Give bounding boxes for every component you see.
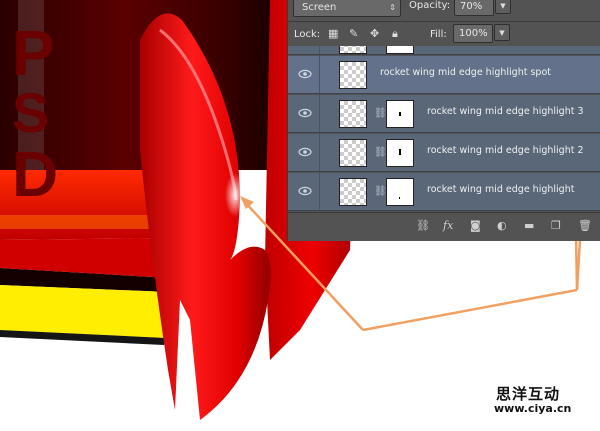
layer-name[interactable]: rocket wing mid edge highlight 3 [427,106,584,117]
layer-mask-thumbnail[interactable] [386,100,414,128]
layer-name[interactable]: rocket wing mid edge highlight spot [380,67,551,78]
layer-mask-thumbnail[interactable] [386,139,414,167]
lock-image-icon[interactable]: ✎ [349,28,360,39]
folder-icon[interactable]: ▬ [524,220,534,232]
fill-dropdown-button[interactable]: ▼ [494,24,510,41]
layer-thumbnail [339,100,367,128]
watermark-title: 思洋互动 [496,385,561,403]
highlight-spot [225,173,245,217]
layer-thumbnail [339,178,367,206]
adjustment-icon[interactable]: ◐ [497,220,507,232]
yellow-band [0,285,168,338]
eye-icon[interactable] [298,186,312,196]
divider [288,21,600,22]
blend-mode-select[interactable]: Screen ⇕ [293,0,401,17]
new-layer-icon[interactable]: ❐ [551,220,561,232]
layer-mask-thumbnail [386,46,414,54]
eye-icon[interactable] [298,69,312,79]
layer-thumbnail [339,46,367,54]
watermark-url: www.ciya.cn [494,402,572,415]
opacity-dropdown-button[interactable]: ▼ [495,0,511,14]
lock-transparent-icon[interactable]: ▦ [328,28,339,39]
layer-thumbnail [339,61,367,89]
fill-value: 100% [459,28,488,39]
opacity-input[interactable]: 70% [454,0,494,16]
layer-row-highlight[interactable]: ⛓ rocket wing mid edge highlight [288,173,600,211]
select-arrows-icon: ⇕ [389,3,396,12]
mask-link-icon[interactable]: ⛓ [374,186,387,197]
visibility-column [288,46,320,54]
link-icon[interactable]: ⛓ [416,220,430,232]
trash-icon[interactable]: 🗑︎ [578,220,592,232]
eye-icon[interactable] [298,108,312,118]
layer-row-highlight-2[interactable]: ⛓ rocket wing mid edge highlight 2 [288,134,600,172]
layers-panel: Screen ⇕ Opacity: 70% ▼ Lock: ▦ ✎ ✥ 🔒︎ F… [287,0,600,241]
fill-label: Fill: [430,29,447,40]
blend-mode-value: Screen [302,2,337,13]
layer-name[interactable]: rocket wing mid edge highlight 2 [427,145,584,156]
layer-thumbnail [339,139,367,167]
fx-icon[interactable]: fx [443,220,453,232]
opacity-label: Opacity: [409,0,451,11]
mask-link-icon[interactable]: ⛓ [374,108,387,119]
letter-s: S [12,81,49,144]
lock-position-icon[interactable]: ✥ [370,28,381,39]
mask-icon[interactable]: ◙ [470,220,481,232]
eye-icon[interactable] [298,147,312,157]
layer-row-partial[interactable] [288,46,600,55]
fill-input[interactable]: 100% [453,24,493,43]
layers-toolbar: ⛓ fx ◙ ◐ ▬ ❐ 🗑︎ [288,212,600,241]
layer-mask-thumbnail[interactable] [386,178,414,206]
letter-p: P [12,17,55,89]
letter-d: D [12,138,58,210]
layer-name[interactable]: rocket wing mid edge highlight [427,184,574,195]
lock-label: Lock: [294,29,321,40]
lock-all-icon[interactable]: 🔒︎ [392,28,403,39]
mask-link-icon[interactable]: ⛓ [374,147,387,158]
layer-row-highlight-spot[interactable]: rocket wing mid edge highlight spot [288,56,600,94]
layer-row-highlight-3[interactable]: ⛓ rocket wing mid edge highlight 3 [288,95,600,133]
opacity-value: 70% [460,1,483,12]
